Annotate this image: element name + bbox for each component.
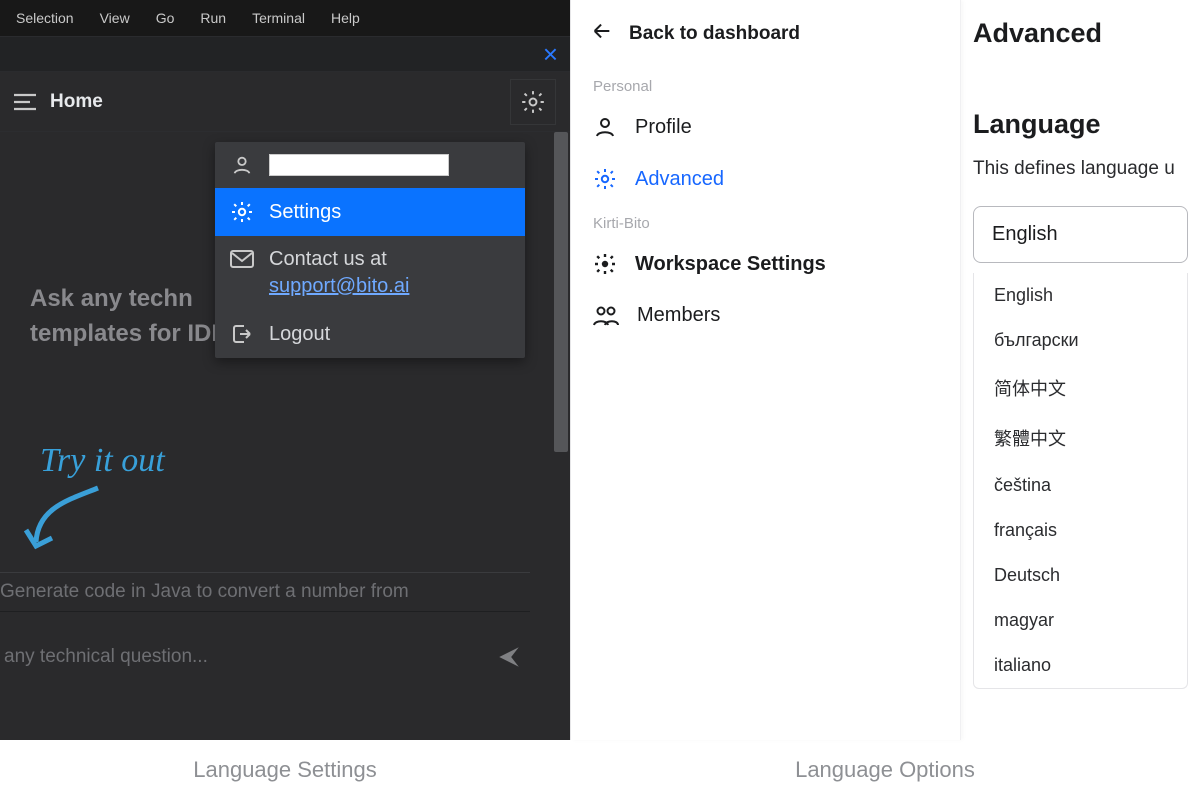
settings-sidebar: Back to dashboard Personal Profile Advan… xyxy=(571,0,961,740)
language-option[interactable]: 简体中文 xyxy=(974,363,1187,413)
ide-menubar: Selection View Go Run Terminal Help xyxy=(0,0,570,36)
settings-main: Advanced Language This defines language … xyxy=(961,0,1200,740)
arrow-icon xyxy=(18,480,108,560)
panel-title: Home xyxy=(50,91,103,113)
language-option[interactable]: Deutsch xyxy=(974,553,1187,598)
menu-terminal[interactable]: Terminal xyxy=(240,6,317,30)
language-select[interactable]: English xyxy=(973,206,1188,263)
caption-right: Language Options xyxy=(570,757,1200,783)
sidebar-item-label: Advanced xyxy=(635,168,724,191)
contact-email-link[interactable]: support@bito.ai xyxy=(269,275,409,298)
gear-icon xyxy=(229,200,255,224)
figure-captions: Language Settings Language Options xyxy=(0,740,1200,800)
try-it-label: Try it out xyxy=(40,442,165,480)
back-label: Back to dashboard xyxy=(629,23,800,45)
chat-input-row xyxy=(0,622,530,692)
chat-input[interactable] xyxy=(4,646,496,668)
prompt-hint: Ask any techn templates for IDE xyxy=(30,282,230,352)
language-option[interactable]: magyar xyxy=(974,598,1187,643)
dropdown-logout[interactable]: Logout xyxy=(215,310,525,358)
language-option[interactable]: English xyxy=(974,273,1187,318)
sidebar-item-members[interactable]: Members xyxy=(571,290,960,341)
dropdown-contact[interactable]: Contact us at support@bito.ai xyxy=(215,236,525,310)
user-field xyxy=(269,154,449,176)
sidebar-section-workspace: Kirti-Bito xyxy=(571,205,960,238)
settings-gear-button[interactable] xyxy=(510,79,556,125)
hamburger-icon[interactable] xyxy=(14,93,36,111)
language-option[interactable]: français xyxy=(974,508,1187,553)
menu-go[interactable]: Go xyxy=(144,6,187,30)
dropdown-logout-label: Logout xyxy=(269,323,330,346)
dropdown-user-row xyxy=(215,142,525,188)
sidebar-item-label: Workspace Settings xyxy=(635,253,826,276)
scrollbar[interactable] xyxy=(554,132,568,452)
caption-left: Language Settings xyxy=(0,757,570,783)
sidebar-item-label: Profile xyxy=(635,116,692,139)
close-icon[interactable]: × xyxy=(537,39,564,70)
sidebar-item-workspace-settings[interactable]: Workspace Settings xyxy=(571,238,960,290)
extension-titlebar: Home xyxy=(0,72,570,132)
menu-selection[interactable]: Selection xyxy=(4,6,86,30)
dropdown-settings-label: Settings xyxy=(269,201,341,224)
sidebar-item-advanced[interactable]: Advanced xyxy=(571,153,960,205)
sidebar-section-personal: Personal xyxy=(571,68,960,101)
contact-prefix: Contact us at xyxy=(269,248,387,271)
account-dropdown: Settings Contact us at support@bito.ai xyxy=(215,142,525,358)
arrow-left-icon xyxy=(591,20,613,48)
logout-icon xyxy=(229,322,255,346)
vscode-panel: Selection View Go Run Terminal Help × Ho… xyxy=(0,0,570,740)
language-option[interactable]: čeština xyxy=(974,463,1187,508)
menu-view[interactable]: View xyxy=(88,6,142,30)
extension-body: Ask any techn templates for IDE Try it o… xyxy=(0,132,570,740)
send-icon[interactable] xyxy=(496,644,522,670)
page-title: Advanced xyxy=(973,18,1200,49)
language-options-list: English български 简体中文 繁體中文 čeština fran… xyxy=(973,273,1188,689)
dropdown-settings[interactable]: Settings xyxy=(215,188,525,236)
back-to-dashboard[interactable]: Back to dashboard xyxy=(571,12,960,68)
language-heading: Language xyxy=(973,109,1200,140)
menu-help[interactable]: Help xyxy=(319,6,372,30)
menu-run[interactable]: Run xyxy=(188,6,238,30)
language-option[interactable]: български xyxy=(974,318,1187,363)
editor-tabrow: × xyxy=(0,36,570,72)
person-icon xyxy=(229,154,255,176)
language-option[interactable]: 繁體中文 xyxy=(974,413,1187,463)
example-prompt[interactable]: Generate code in Java to convert a numbe… xyxy=(0,572,530,612)
language-description: This defines language u xyxy=(973,158,1200,180)
language-option[interactable]: italiano xyxy=(974,643,1187,688)
settings-page: Back to dashboard Personal Profile Advan… xyxy=(570,0,1200,740)
mail-icon xyxy=(229,250,255,270)
sidebar-item-profile[interactable]: Profile xyxy=(571,101,960,153)
sidebar-item-label: Members xyxy=(637,304,720,327)
